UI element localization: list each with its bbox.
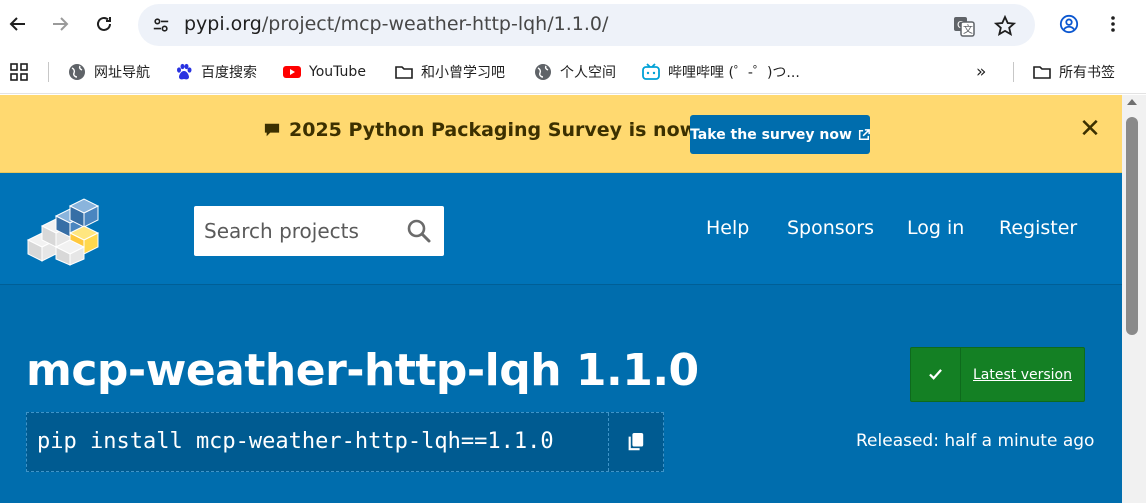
browser-toolbar: pypi.org/project/mcp-weather-http-lqh/1.…	[0, 0, 1146, 50]
forward-button[interactable]	[44, 8, 76, 40]
url-host: pypi.org	[184, 13, 262, 35]
search-input[interactable]: Search projects	[204, 219, 359, 243]
globe-icon	[69, 64, 85, 80]
notice-message: 2025 Python Packaging Survey is now live…	[263, 119, 751, 141]
bookmark-label: 和小曾学习吧	[421, 65, 505, 81]
bookmark-label: 哔哩哔哩 (゜-゜)つ...	[668, 65, 800, 81]
folder-icon	[395, 66, 413, 79]
apps-grid-icon	[10, 63, 28, 81]
latest-version-label: Latest version	[973, 366, 1072, 383]
survey-notice-banner: 2025 Python Packaging Survey is now live…	[0, 95, 1122, 173]
take-survey-label: Take the survey now	[690, 126, 852, 143]
forward-arrow-icon	[53, 17, 69, 31]
bookmark-label: 个人空间	[560, 65, 616, 81]
package-title: mcp-weather-http-lqh 1.1.0	[26, 345, 699, 396]
external-link-icon	[858, 128, 870, 140]
pypi-page: 2025 Python Packaging Survey is now live…	[0, 95, 1122, 503]
notice-text: 2025 Python Packaging Survey is now live…	[289, 119, 751, 141]
profile-button[interactable]	[1053, 8, 1085, 40]
reload-icon	[97, 16, 111, 31]
bookmark-divider	[48, 62, 49, 82]
package-header: mcp-weather-http-lqh 1.1.0 pip install m…	[0, 285, 1122, 503]
baidu-paw-icon	[177, 63, 192, 80]
folder-icon	[1033, 66, 1051, 79]
bookmark-label: 百度搜索	[201, 65, 257, 81]
bookmark-item[interactable]: 个人空间	[534, 60, 616, 84]
bookmarks-overflow-button[interactable]: »	[976, 60, 986, 84]
search-icon[interactable]	[406, 218, 432, 244]
comment-icon	[264, 123, 280, 137]
bookmark-item[interactable]: 和小曾学习吧	[395, 60, 505, 84]
scroll-up-arrow-icon[interactable]	[1127, 99, 1137, 105]
svg-text:文: 文	[963, 23, 973, 36]
address-bar[interactable]: pypi.org/project/mcp-weather-http-lqh/1.…	[138, 4, 1035, 46]
bookmark-item[interactable]: YouTube	[283, 60, 366, 84]
bookmarks-bar: 网址导航 百度搜索 YouTube 和小曾学习吧 个人空间 哔哩哔哩 (゜-゜)…	[0, 50, 1146, 94]
url-text[interactable]: pypi.org/project/mcp-weather-http-lqh/1.…	[184, 13, 608, 35]
copy-icon	[628, 433, 644, 451]
bookmark-label: 网址导航	[94, 65, 150, 81]
close-icon: ✕	[1079, 114, 1101, 144]
release-date: Released: half a minute ago	[856, 431, 1095, 451]
pypi-logo[interactable]	[26, 196, 108, 266]
scrollbar-thumb[interactable]	[1126, 117, 1138, 335]
all-bookmarks-label: 所有书签	[1059, 65, 1115, 81]
nav-help-link[interactable]: Help	[706, 217, 749, 239]
reload-button[interactable]	[88, 8, 120, 40]
bookmark-item[interactable]: 哔哩哔哩 (゜-゜)つ...	[642, 60, 800, 84]
latest-version-button[interactable]: Latest version	[910, 347, 1085, 402]
close-notice-button[interactable]: ✕	[1078, 114, 1102, 144]
pip-command-box: pip install mcp-weather-http-lqh==1.1.0	[26, 412, 664, 472]
site-info-icon[interactable]	[146, 10, 176, 40]
page-scrollbar[interactable]	[1122, 95, 1146, 503]
bookmark-item[interactable]: 网址导航	[68, 60, 150, 84]
bilibili-icon	[642, 63, 660, 80]
more-vertical-icon	[1111, 16, 1115, 32]
url-path: /project/mcp-weather-http-lqh/1.1.0/	[261, 13, 609, 35]
copy-button[interactable]	[609, 413, 663, 471]
site-header: Search projects Help Sponsors Log in Reg…	[0, 173, 1122, 285]
bookmark-label: YouTube	[309, 64, 366, 80]
bookmark-divider	[1013, 62, 1014, 82]
apps-button[interactable]	[10, 60, 28, 84]
menu-button[interactable]	[1097, 8, 1129, 40]
nav-register-link[interactable]: Register	[999, 217, 1077, 239]
pip-command[interactable]: pip install mcp-weather-http-lqh==1.1.0	[27, 413, 609, 471]
profile-icon	[1059, 14, 1079, 34]
search-box[interactable]: Search projects	[194, 206, 444, 256]
bookmark-item[interactable]: 百度搜索	[175, 60, 257, 84]
all-bookmarks-button[interactable]: 所有书签	[1033, 60, 1115, 84]
back-arrow-icon	[9, 17, 25, 31]
take-survey-button[interactable]: Take the survey now	[690, 115, 870, 154]
bookmark-star-icon[interactable]	[992, 13, 1018, 39]
back-button[interactable]	[2, 8, 34, 40]
check-icon	[911, 348, 961, 401]
globe-icon	[535, 64, 551, 80]
youtube-icon	[283, 66, 301, 78]
nav-login-link[interactable]: Log in	[907, 217, 964, 239]
translate-icon[interactable]: G文	[951, 13, 977, 39]
nav-sponsors-link[interactable]: Sponsors	[787, 217, 874, 239]
overflow-chevron-icon: »	[976, 62, 987, 82]
